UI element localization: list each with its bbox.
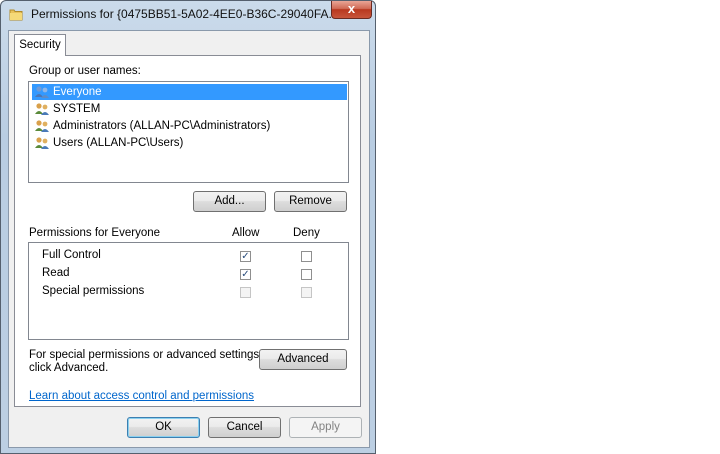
full-control-allow-checkbox[interactable]: ✓ [240,251,251,262]
group-or-user-names-label: Group or user names: [29,65,141,77]
add-button[interactable]: Add... [193,191,266,212]
special-allow-checkbox [240,287,251,298]
users-group-icon [35,86,49,98]
read-allow-checkbox[interactable]: ✓ [240,269,251,280]
permission-name-special: Special permissions [42,285,145,297]
folder-icon [9,9,23,21]
list-item-everyone[interactable]: Everyone [32,84,347,100]
tab-security[interactable]: Security [14,34,66,56]
read-deny-checkbox[interactable] [301,269,312,280]
close-button[interactable]: x [331,1,372,19]
advanced-hint-line2: click Advanced. [29,362,109,374]
remove-button[interactable]: Remove [274,191,347,212]
list-item-system[interactable]: SYSTEM [32,101,347,117]
deny-column-header: Deny [293,227,320,239]
list-item-users[interactable]: Users (ALLAN-PC\Users) [32,135,347,151]
apply-button: Apply [289,417,362,438]
permissions-list: Full Control ✓ Read ✓ Special permission… [28,242,349,340]
window-title: Permissions for {0475BB51-5A02-4EE0-B36C… [31,7,339,21]
users-group-icon [35,120,49,132]
advanced-hint-line1: For special permissions or advanced sett… [29,349,263,361]
list-item-label: Everyone [53,86,102,98]
learn-about-access-control-link[interactable]: Learn about access control and permissio… [29,390,254,402]
list-item-label: Users (ALLAN-PC\Users) [53,137,184,149]
full-control-deny-checkbox[interactable] [301,251,312,262]
special-deny-checkbox [301,287,312,298]
advanced-button[interactable]: Advanced [259,349,347,370]
ok-button[interactable]: OK [127,417,200,438]
list-item-label: Administrators (ALLAN-PC\Administrators) [53,120,271,132]
title-bar[interactable]: Permissions for {0475BB51-5A02-4EE0-B36C… [1,1,375,28]
users-group-icon [35,137,49,149]
permission-name-full-control: Full Control [42,249,101,261]
users-group-icon [35,103,49,115]
list-item-administrators[interactable]: Administrators (ALLAN-PC\Administrators) [32,118,347,134]
cancel-button[interactable]: Cancel [208,417,281,438]
group-user-listbox[interactable]: Everyone SYSTEM Administrators (ALLAN-PC… [28,81,349,183]
permission-name-read: Read [42,267,70,279]
allow-column-header: Allow [232,227,260,239]
list-item-label: SYSTEM [53,103,101,115]
permissions-for-label: Permissions for Everyone [29,227,161,239]
